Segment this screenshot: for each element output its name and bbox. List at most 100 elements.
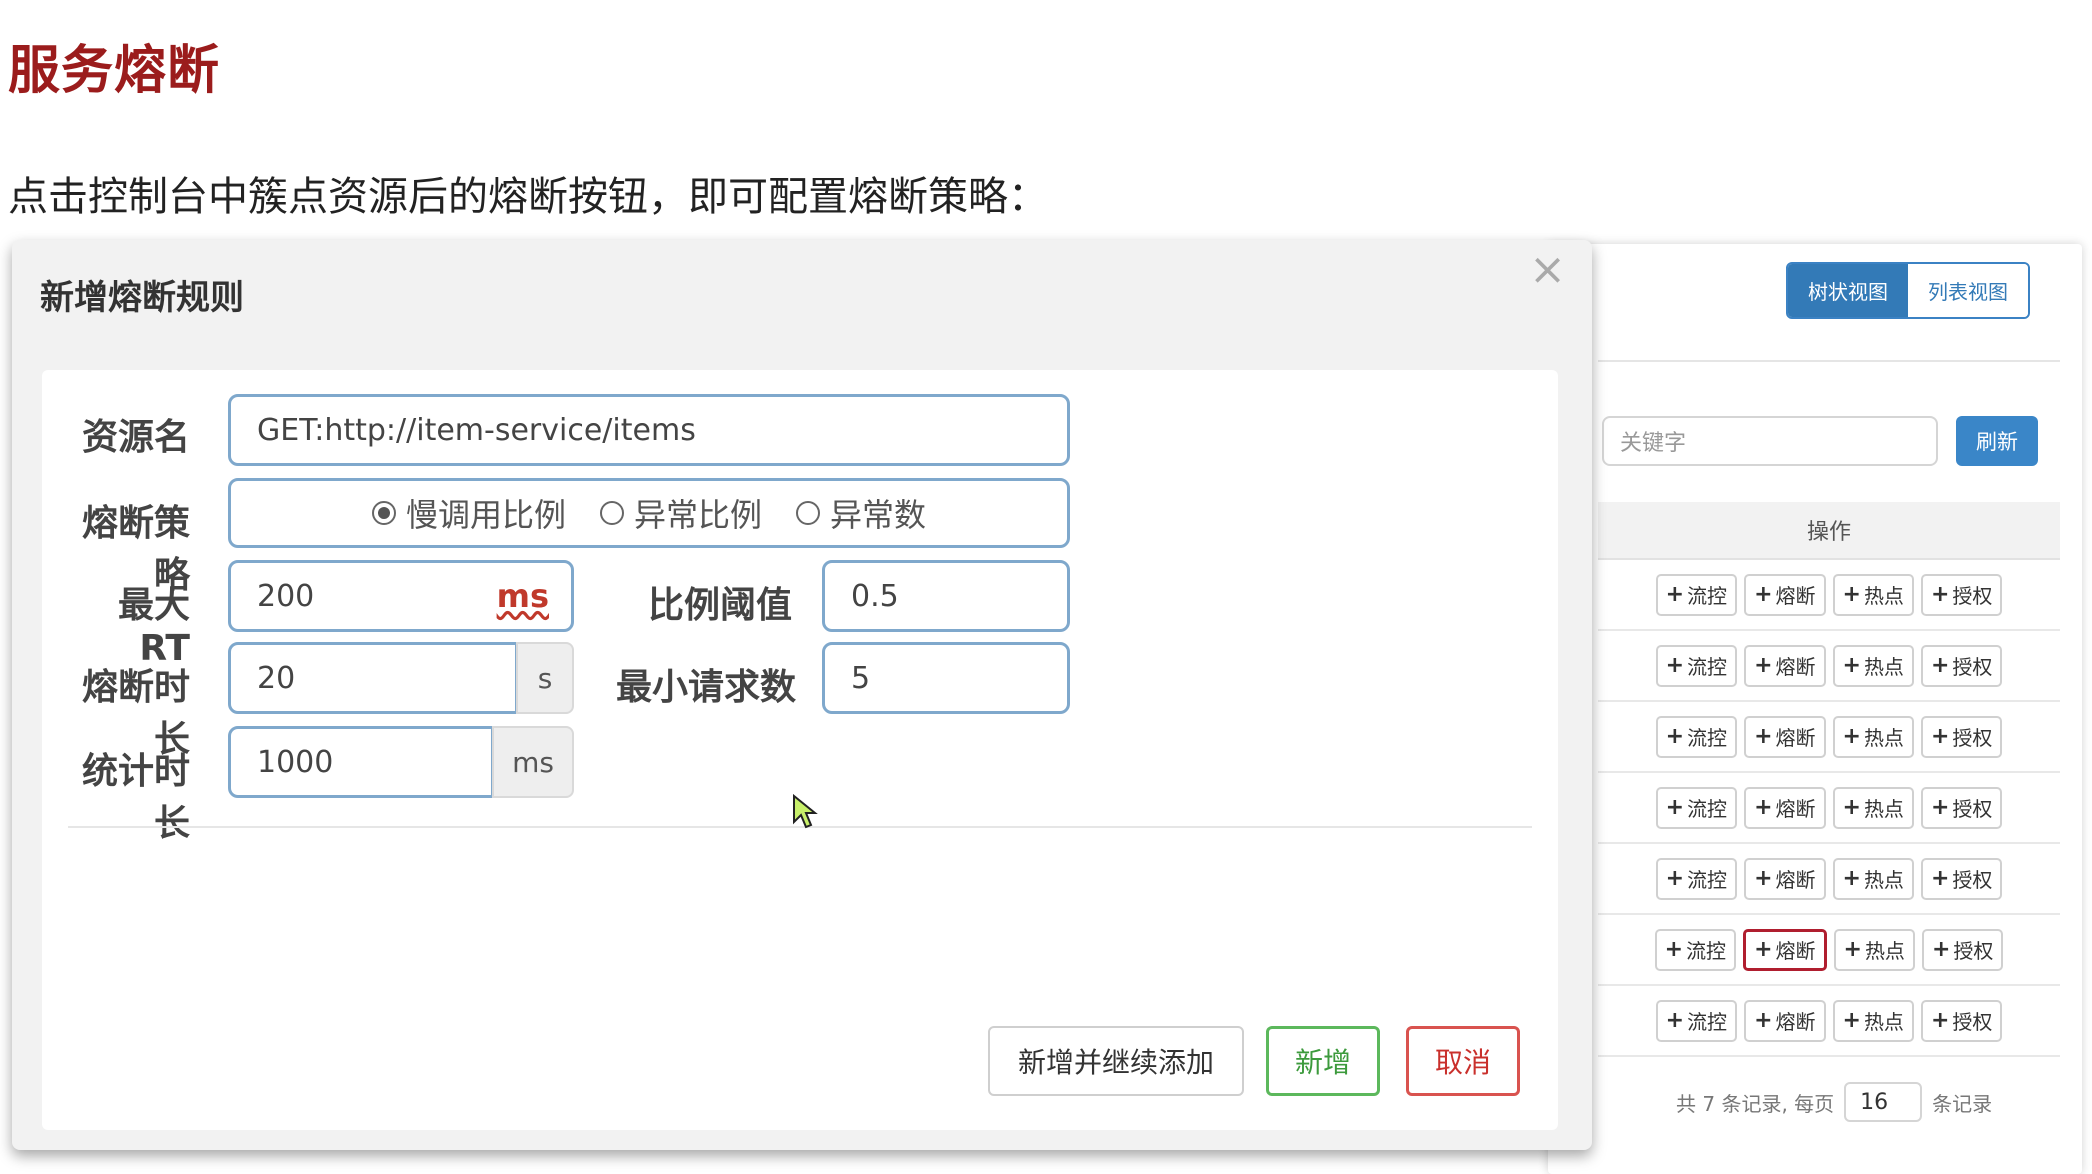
plus-icon: + [1754, 937, 1773, 962]
row-action-button[interactable]: + 熔断 [1744, 573, 1826, 616]
strategy-label-text: 异常数 [830, 496, 927, 534]
row-action-button[interactable]: + 流控 [1655, 644, 1738, 687]
operations-header: 操作 [1598, 502, 2060, 560]
row-action-label: 流控 [1687, 1010, 1728, 1034]
row-action-button[interactable]: + 热点 [1832, 644, 1914, 687]
plus-icon: + [1842, 724, 1861, 749]
keyword-input[interactable]: 关键字 [1602, 416, 1938, 466]
plus-icon: + [1931, 937, 1951, 962]
row-action-button[interactable]: + 授权 [1920, 644, 2003, 687]
row-action-button[interactable]: + 授权 [1920, 715, 2003, 758]
add-button[interactable]: 新增 [1266, 1026, 1380, 1096]
row-action-label: 流控 [1687, 726, 1728, 750]
strategy-radio-group: 慢调用比例 异常比例 异常数 [228, 478, 1070, 548]
row-action-button[interactable]: + 流控 [1655, 715, 1738, 758]
plus-icon: + [1842, 653, 1861, 678]
row-action-label: 热点 [1863, 868, 1904, 892]
operations-row: + 流控 + 熔断 + 热点 + 授权 [1598, 915, 2060, 986]
refresh-button[interactable]: 刷新 [1956, 416, 2038, 466]
close-icon[interactable]: × [1529, 248, 1566, 292]
dialog-body: 资源名 GET:http://item-service/items 熔断策略 慢… [42, 370, 1558, 1130]
plus-icon: + [1930, 582, 1950, 607]
plus-icon: + [1665, 1008, 1685, 1033]
row-action-button[interactable]: + 熔断 [1743, 928, 1827, 971]
row-action-button[interactable]: + 热点 [1832, 857, 1914, 900]
max-rt-label: 最大 RT [117, 585, 190, 669]
min-request-label: 最小请求数 [616, 667, 797, 708]
plus-icon: + [1665, 866, 1685, 891]
row-action-button[interactable]: + 授权 [1921, 928, 2004, 971]
operations-row: + 流控 + 熔断 + 热点 + 授权 [1598, 986, 2060, 1057]
row-action-button[interactable]: + 授权 [1920, 786, 2003, 829]
ratio-value: 0.5 [851, 578, 899, 614]
row-action-button[interactable]: + 流控 [1655, 786, 1738, 829]
row-action-button[interactable]: + 流控 [1655, 857, 1738, 900]
strategy-label-text: 异常比例 [633, 496, 762, 534]
ratio-input[interactable]: 0.5 [822, 560, 1070, 632]
row-action-button[interactable]: + 热点 [1832, 999, 1914, 1042]
operations-row: + 流控 + 熔断 + 热点 + 授权 [1598, 702, 2060, 773]
tree-view-button[interactable]: 树状视图 [1788, 264, 1908, 317]
row-action-button[interactable]: + 熔断 [1744, 857, 1826, 900]
row-action-label: 热点 [1863, 584, 1904, 608]
row-action-button[interactable]: + 授权 [1920, 999, 2003, 1042]
row-action-label: 授权 [1952, 868, 1993, 892]
row-action-button[interactable]: + 授权 [1920, 573, 2003, 616]
max-rt-input[interactable]: 200 ms [228, 560, 574, 632]
row-action-label: 热点 [1863, 1010, 1904, 1034]
stat-interval-input[interactable]: 1000 [228, 726, 494, 798]
row-action-button[interactable]: + 流控 [1654, 928, 1737, 971]
plus-icon: + [1930, 724, 1950, 749]
strategy-radio[interactable]: 异常比例 [599, 490, 762, 536]
operations-list: + 流控 + 熔断 + 热点 + 授权 + 流控 + 熔断 + 热点 + 授权 + 流控 + 熔断 + 热点 + 授权 + 流控 +… [1598, 560, 2060, 1057]
resource-input[interactable]: GET:http://item-service/items [228, 394, 1070, 466]
stat-interval-label: 统计时长 [81, 751, 190, 844]
plus-icon: + [1754, 795, 1773, 820]
row-action-button[interactable]: + 熔断 [1744, 786, 1826, 829]
min-request-input[interactable]: 5 [822, 642, 1070, 714]
row-action-button[interactable]: + 熔断 [1744, 999, 1826, 1042]
row-action-label: 流控 [1686, 939, 1727, 963]
plus-icon: + [1754, 582, 1773, 607]
operations-row: + 流控 + 熔断 + 热点 + 授权 [1598, 560, 2060, 631]
plus-icon: + [1754, 653, 1773, 678]
list-view-button[interactable]: 列表视图 [1908, 264, 2028, 317]
row-action-label: 熔断 [1775, 1010, 1816, 1034]
operations-row: + 流控 + 熔断 + 热点 + 授权 [1598, 773, 2060, 844]
row-action-button[interactable]: + 热点 [1832, 573, 1914, 616]
row-action-button[interactable]: + 熔断 [1744, 644, 1826, 687]
page-size-input[interactable]: 16 [1844, 1082, 1923, 1122]
row-action-label: 熔断 [1775, 939, 1816, 963]
page-title: 服务熔断 [8, 41, 221, 101]
plus-icon: + [1930, 866, 1950, 891]
plus-icon: + [1754, 866, 1773, 891]
plus-icon: + [1930, 795, 1950, 820]
plus-icon: + [1665, 653, 1685, 678]
row-action-label: 流控 [1687, 584, 1728, 608]
row-action-button[interactable]: + 熔断 [1744, 715, 1826, 758]
cancel-button[interactable]: 取消 [1406, 1026, 1520, 1096]
min-request-value: 5 [851, 660, 871, 696]
strategy-radio[interactable]: 异常数 [796, 490, 926, 536]
row-action-button[interactable]: + 流控 [1655, 573, 1738, 616]
row-action-label: 授权 [1953, 939, 1994, 963]
duration-input[interactable]: 20 [228, 642, 518, 714]
intro-text: 点击控制台中簇点资源后的熔断按钮，即可配置熔断策略： [8, 174, 1048, 220]
row-action-button[interactable]: + 热点 [1832, 786, 1914, 829]
add-and-continue-button[interactable]: 新增并继续添加 [988, 1026, 1244, 1096]
row-action-button[interactable]: + 热点 [1832, 715, 1914, 758]
row-action-label: 热点 [1863, 726, 1904, 750]
resource-value: GET:http://item-service/items [257, 412, 696, 448]
row-action-label: 授权 [1952, 1010, 1993, 1034]
row-action-label: 熔断 [1775, 655, 1816, 679]
strategy-radio[interactable]: 慢调用比例 [371, 490, 566, 536]
row-action-button[interactable]: + 热点 [1833, 928, 1915, 971]
row-action-button[interactable]: + 授权 [1920, 857, 2003, 900]
plus-icon: + [1754, 1008, 1773, 1033]
operations-row: + 流控 + 熔断 + 热点 + 授权 [1598, 631, 2060, 702]
row-action-label: 流控 [1687, 868, 1728, 892]
row-action-button[interactable]: + 流控 [1655, 999, 1738, 1042]
pager-prefix: 共 7 条记录, 每页 [1676, 1091, 1835, 1116]
pager-suffix: 条记录 [1932, 1091, 1993, 1116]
plus-icon: + [1754, 724, 1773, 749]
